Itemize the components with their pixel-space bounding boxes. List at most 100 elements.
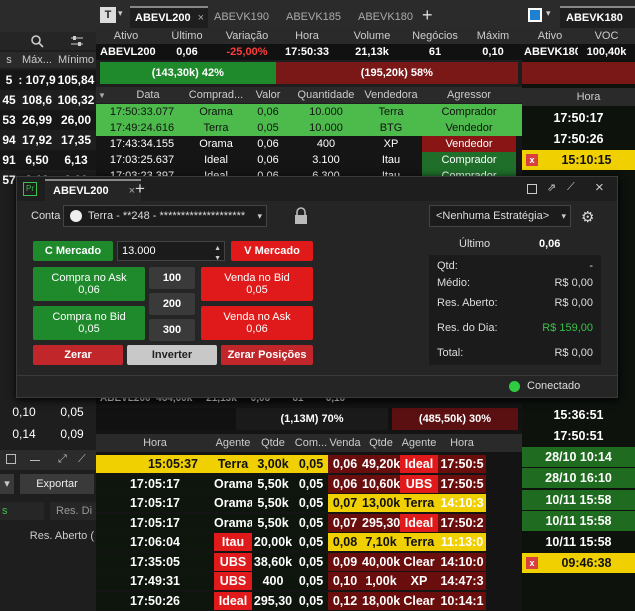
sliders-icon[interactable]: [70, 34, 84, 48]
right-time-cell: 17:50:51: [553, 429, 604, 443]
total-value: R$ 0,00: [554, 347, 593, 359]
v-mercado-button[interactable]: V Mercado: [231, 241, 313, 261]
trade-cell: 17:03:25.637: [109, 154, 175, 166]
book-row[interactable]: 17:35:05 UBS 38,60k 0,05 0,09 40,00k Clear 14:1…: [96, 552, 522, 571]
order-tab[interactable]: ABEVL200 ×: [45, 179, 141, 201]
left-row[interactable]: 53 26,99 26,00: [0, 110, 96, 130]
left-cell: 0,10: [12, 405, 36, 419]
lock-icon[interactable]: [293, 207, 309, 225]
inverter-button[interactable]: Inverter: [127, 345, 217, 365]
right-time-cell: 15:10:15: [561, 153, 612, 168]
venda-ask-button[interactable]: Venda no Ask 0,06: [201, 306, 313, 340]
qty-100-button[interactable]: 100: [149, 267, 195, 289]
window-icon[interactable]: [527, 184, 537, 194]
trade-row[interactable]: 17:03:25.637 Ideal 0,06 3.100 Itau Comprador: [96, 152, 522, 168]
close-icon[interactable]: ×: [198, 8, 204, 28]
venda-bid-button[interactable]: Venda no Bid 0,05: [201, 267, 313, 301]
right-time-row[interactable]: x 09:46:38: [522, 553, 635, 574]
add-tab-icon[interactable]: +: [422, 5, 433, 26]
right-time-row[interactable]: 28/10 16:10: [522, 468, 635, 489]
order-titlebar: Pr ABEVL200 × + ⇗ ⟋ ×: [17, 177, 617, 201]
book-cell: 0,06: [328, 474, 362, 493]
compra-ask-button[interactable]: Compra no Ask 0,06: [33, 267, 145, 301]
gear-icon[interactable]: ⚙: [581, 208, 594, 226]
right-time-row[interactable]: 10/11 15:58: [522, 510, 635, 531]
book-row[interactable]: 17:50:26 Ideal 295,30 0,05 0,12 18,00k Clear 10…: [96, 591, 522, 610]
window-icon[interactable]: [6, 454, 16, 464]
book-cell: 38,60k: [252, 552, 294, 571]
trend-icon[interactable]: ⟋: [78, 453, 86, 466]
minimize-icon[interactable]: [30, 460, 40, 461]
right-time-row[interactable]: 28/10 10:14: [522, 447, 635, 468]
search-icon[interactable]: [30, 34, 44, 48]
tab-dropdown-icon[interactable]: ▾: [118, 8, 123, 19]
compra-bid-button[interactable]: Compra no Bid 0,05: [33, 306, 145, 340]
trade-row[interactable]: 17:49:24.616 Terra 0,05 10.000 BTG Vendedor: [96, 120, 522, 136]
left-row[interactable]: 91 6,50 6,13: [0, 150, 96, 170]
left-bottom-row[interactable]: 0,14 0,09: [0, 424, 96, 444]
left-cell: 94: [2, 133, 16, 147]
right-time-row[interactable]: 17:50:26: [522, 129, 635, 150]
right-time-row[interactable]: 17:50:51: [522, 426, 635, 446]
stepper-down-icon[interactable]: ▼: [214, 250, 221, 268]
book-cell: 17:49:31: [96, 572, 214, 590]
trade-cell: 0,06: [257, 154, 279, 166]
add-tab-icon[interactable]: +: [135, 179, 145, 199]
c-mercado-button[interactable]: C Mercado: [33, 241, 113, 261]
trade-cell: XP: [383, 138, 399, 150]
buy-pressure-fill: (143,30k) 42%: [100, 62, 276, 84]
remove-icon[interactable]: x: [526, 557, 538, 570]
book-cell: 17:06:04: [96, 533, 214, 551]
zerar-posicoes-button[interactable]: Zerar Posições: [221, 345, 313, 365]
res-aberto-value: R$ 0,00: [554, 297, 593, 309]
right-tab-abevk180[interactable]: ABEVK180: [560, 6, 635, 28]
qty-300-button[interactable]: 300: [149, 319, 195, 341]
left-row[interactable]: 5: 107,9 105,84: [0, 70, 96, 90]
collapse-icon[interactable]: ▼: [96, 91, 108, 100]
book-row[interactable]: 15:05:37 Terra 3,00k 0,05 0,06 49,20k Ideal 17:…: [96, 455, 522, 473]
position-panel: Último 0,06 Qtd: - Médio: R$ 0,00 Res. A…: [429, 233, 601, 365]
left-row[interactable]: 45 108,6 106,32: [0, 90, 96, 110]
right-time-row[interactable]: x 15:10:15: [522, 150, 635, 171]
trade-cell: BTG: [379, 122, 403, 134]
quote-tab-abevl200[interactable]: ABEVL200 ×: [130, 6, 208, 28]
expand-icon[interactable]: ⤢: [58, 453, 67, 466]
book-cell: 13,00k: [362, 494, 400, 512]
book-row[interactable]: 17:05:17 Orama 5,50k 0,05 0,06 10,60k UBS 17:50…: [96, 474, 522, 493]
left-row[interactable]: 94 17,92 17,35: [0, 130, 96, 150]
trade-row[interactable]: 17:50:33.077 Orama 0,06 10.000 Terra Comprado…: [96, 104, 522, 120]
close-window-icon[interactable]: ×: [595, 179, 604, 196]
right-logo-icon: [528, 8, 542, 22]
medio-value: R$ 0,00: [554, 277, 593, 289]
book-row[interactable]: 17:06:04 Itau 20,00k 0,05 0,08 7,10k Terra 11:1…: [96, 533, 522, 551]
left-cell: 0,14: [12, 427, 36, 441]
zerar-button[interactable]: Zerar: [33, 345, 123, 365]
export-button[interactable]: Exportar: [20, 474, 94, 494]
right-time-row[interactable]: 17:50:17: [522, 108, 635, 128]
right-values-row: ABEVK180 100,40k: [522, 44, 635, 60]
conta-select[interactable]: Terra - **248 - ******************** ▾: [63, 205, 267, 227]
quote-tab-abevk190[interactable]: ABEVK190: [214, 11, 269, 23]
book-row[interactable]: 17:05:17 Orama 5,50k 0,05 0,07 295,30 Ideal 17:…: [96, 513, 522, 532]
tab-dropdown-icon[interactable]: ▾: [546, 8, 551, 19]
trade-row[interactable]: 17:43:34.155 Orama 0,06 400 XP Vendedor: [96, 136, 522, 152]
right-time-row[interactable]: 15:36:51: [522, 404, 635, 425]
left-bottom-row[interactable]: 0,10 0,05: [0, 402, 96, 422]
qty-200-button[interactable]: 200: [149, 293, 195, 315]
left-res-di: Res. Di: [50, 502, 96, 520]
remove-icon[interactable]: x: [526, 154, 538, 167]
popout-icon[interactable]: ⇗: [547, 181, 556, 194]
quote-tab-abevk180[interactable]: ABEVK180: [358, 11, 413, 23]
quantity-stepper[interactable]: 13.000 ▲ ▼: [117, 241, 225, 262]
right-time-row[interactable]: 10/11 15:58: [522, 532, 635, 552]
left-dropdown[interactable]: ▾: [0, 474, 14, 494]
quote-tab-abevk185[interactable]: ABEVK185: [286, 11, 341, 23]
platform-icon: Pr: [23, 182, 37, 196]
book-row[interactable]: 17:05:17 Orama 5,50k 0,05 0,07 13,00k Terra 14:…: [96, 494, 522, 512]
book-cell: Terra: [214, 455, 252, 473]
strategy-select[interactable]: <Nenhuma Estratégia> ▾: [429, 205, 571, 227]
book-cell: Orama: [214, 494, 252, 512]
trend-icon[interactable]: ⟋: [567, 181, 575, 194]
book-row[interactable]: 17:49:31 UBS 400 0,05 0,10 1,00k XP 14:47:3: [96, 572, 522, 590]
right-time-row[interactable]: 10/11 15:58: [522, 489, 635, 510]
